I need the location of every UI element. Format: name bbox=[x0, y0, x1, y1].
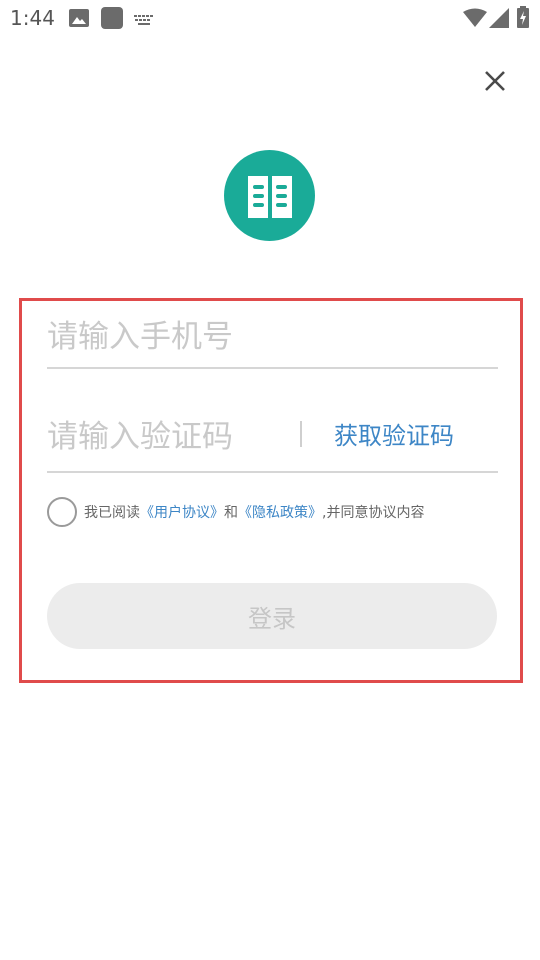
status-time: 1:44 bbox=[10, 6, 55, 30]
agreement-suffix: ,并同意协议内容 bbox=[322, 505, 425, 521]
agreement-and: 和 bbox=[224, 505, 238, 521]
wifi-icon bbox=[463, 8, 487, 32]
close-button[interactable] bbox=[476, 62, 514, 100]
close-icon bbox=[485, 71, 505, 91]
signal-icon bbox=[489, 8, 509, 32]
battery-charging-icon bbox=[517, 6, 529, 32]
user-agreement-link[interactable]: 《用户协议》 bbox=[140, 505, 224, 521]
image-icon bbox=[69, 9, 89, 31]
agreement-row: 我已阅读《用户协议》和《隐私政策》,并同意协议内容 bbox=[47, 497, 424, 527]
code-separator bbox=[300, 421, 302, 447]
agreement-prefix: 我已阅读 bbox=[84, 505, 140, 521]
verification-code-input[interactable] bbox=[47, 411, 287, 463]
privacy-policy-link[interactable]: 《隐私政策》 bbox=[238, 505, 322, 521]
status-bar: 1:44 bbox=[0, 0, 540, 36]
agreement-checkbox[interactable] bbox=[47, 497, 77, 527]
login-screen: 1:44 请输入手机号 请输入验证码 获取验证码 我已阅读《用户协议》和《隐私政… bbox=[0, 0, 540, 960]
agreement-text: 我已阅读《用户协议》和《隐私政策》,并同意协议内容 bbox=[84, 502, 424, 522]
phone-input[interactable] bbox=[47, 311, 497, 363]
code-divider bbox=[47, 471, 498, 473]
keyboard-icon bbox=[134, 12, 154, 31]
login-button[interactable]: 登录 bbox=[47, 583, 497, 649]
app-logo bbox=[224, 150, 315, 241]
get-code-button[interactable]: 获取验证码 bbox=[334, 416, 454, 456]
book-icon bbox=[247, 175, 292, 218]
phone-divider bbox=[47, 367, 498, 369]
app-icon bbox=[101, 7, 123, 29]
login-form: 获取验证码 我已阅读《用户协议》和《隐私政策》,并同意协议内容 登录 bbox=[19, 298, 523, 683]
